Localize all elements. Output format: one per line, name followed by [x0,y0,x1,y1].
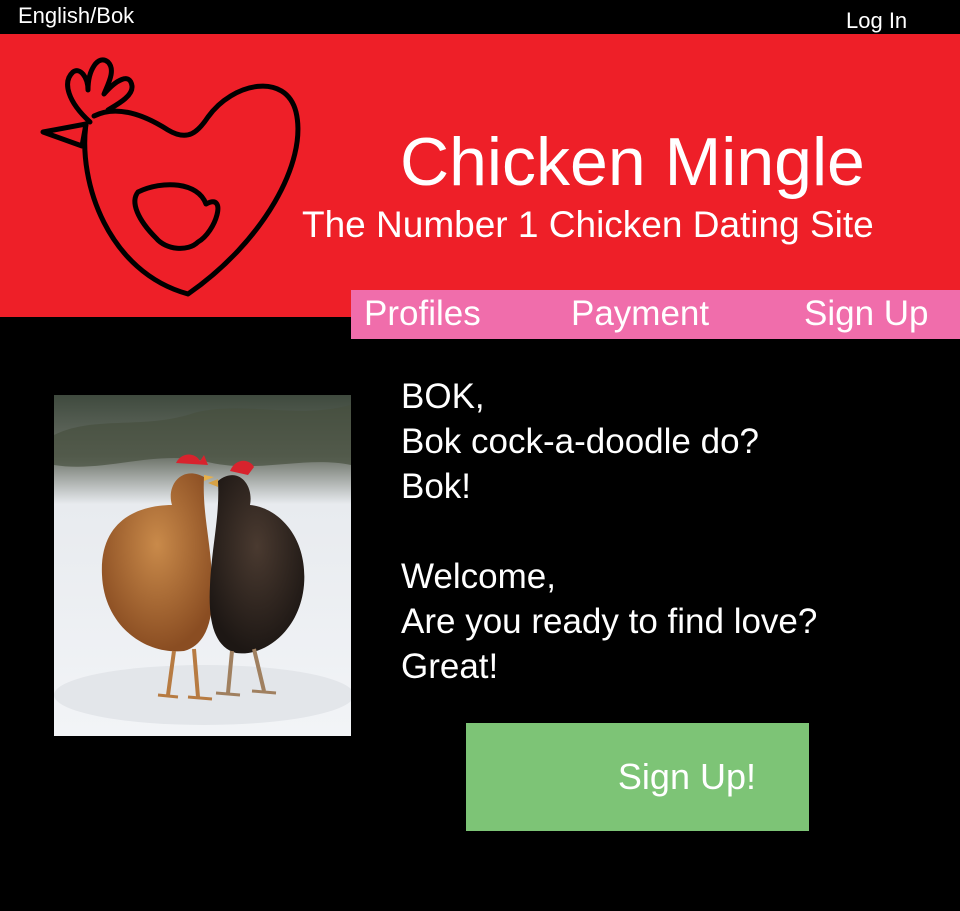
top-bar: English/Bok Log In [0,0,960,34]
main-nav: Profiles Payment Sign Up [351,290,960,339]
login-link[interactable]: Log In [846,8,907,34]
site-tagline: The Number 1 Chicken Dating Site [302,204,874,245]
welcome-line: Welcome, [401,557,556,596]
welcome-line: Great! [401,647,499,686]
nav-item-profiles[interactable]: Profiles [364,293,481,335]
sign-up-button[interactable]: Sign Up! [466,723,809,831]
greeting-line: BOK, [401,377,485,416]
welcome-message: BOK, Bok cock-a-doodle do? Bok! Welcome,… [401,374,817,689]
site-title: Chicken Mingle [400,124,865,200]
welcome-line: Are you ready to find love? [401,602,818,641]
nav-item-payment[interactable]: Payment [571,293,709,335]
heart-chicken-icon[interactable] [38,42,306,304]
language-toggle[interactable]: English/Bok [18,3,134,29]
greeting-line: Bok! [401,467,472,506]
nav-item-sign-up[interactable]: Sign Up [804,293,929,335]
two-chickens-photo [54,395,351,736]
sign-up-button-label: Sign Up! [617,756,756,797]
greeting-line: Bok cock-a-doodle do? [401,422,759,461]
